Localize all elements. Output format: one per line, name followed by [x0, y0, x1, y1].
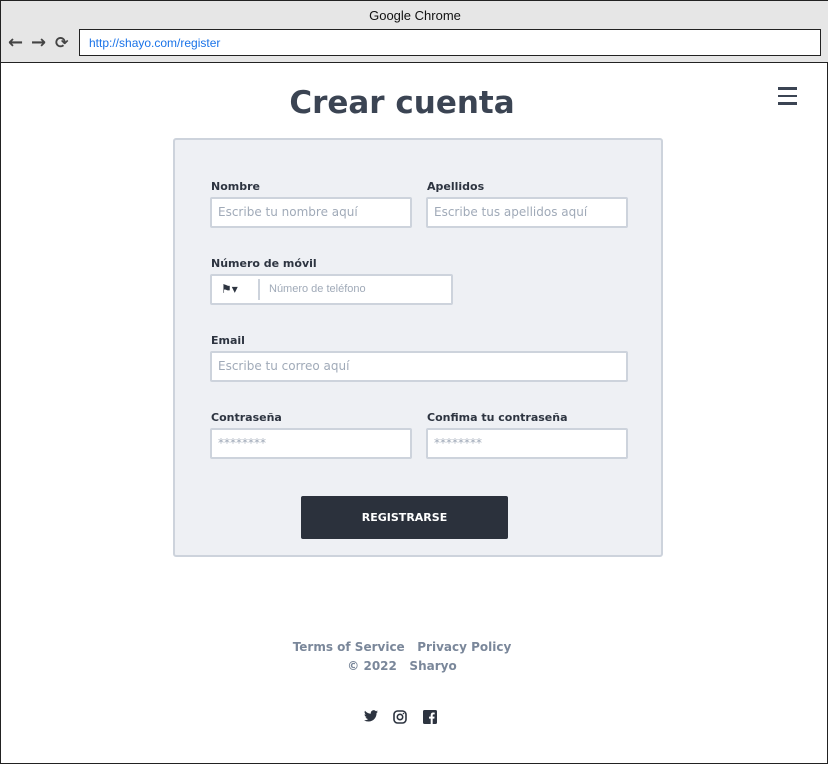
brand-name: Sharyo — [409, 659, 457, 673]
page-title: Crear cuenta — [289, 85, 515, 121]
register-button[interactable]: REGISTRARSE — [301, 496, 508, 539]
facebook-icon[interactable] — [423, 710, 437, 728]
last-name-label: Apellidos — [427, 180, 485, 193]
email-label: Email — [211, 334, 245, 347]
first-name-input[interactable]: Escribe tu nombre aquí — [210, 197, 412, 228]
divider — [258, 279, 260, 300]
password-input[interactable]: ******** — [210, 428, 412, 459]
hamburger-menu-icon[interactable] — [778, 87, 797, 110]
register-form: Nombre Escribe tu nombre aquí Apellidos … — [173, 138, 663, 557]
address-bar[interactable]: http://shayo.com/register — [79, 29, 821, 56]
footer-links: Terms of Service Privacy Policy — [1, 640, 803, 654]
reload-icon[interactable]: ⟳ — [55, 33, 68, 52]
browser-chrome: Google Chrome ← → ⟳ http://shayo.com/reg… — [1, 1, 828, 63]
phone-field: ⚑▾ Número de teléfono — [210, 274, 453, 305]
copyright: © 2022 Sharyo — [1, 659, 803, 673]
window-title: Google Chrome — [369, 8, 461, 23]
instagram-icon[interactable] — [393, 710, 407, 728]
confirm-password-input[interactable]: ******** — [426, 428, 628, 459]
country-flag-dropdown-icon[interactable]: ⚑▾ — [221, 282, 238, 296]
phone-label: Número de móvil — [211, 257, 317, 270]
twitter-icon[interactable] — [364, 710, 378, 726]
privacy-link[interactable]: Privacy Policy — [417, 640, 511, 654]
phone-input[interactable]: Número de teléfono — [269, 283, 366, 295]
password-label: Contraseña — [211, 411, 282, 424]
forward-icon[interactable]: → — [31, 32, 46, 53]
confirm-password-label: Confima tu contraseña — [427, 411, 568, 424]
terms-link[interactable]: Terms of Service — [293, 640, 405, 654]
back-icon[interactable]: ← — [8, 32, 23, 53]
copyright-year: © 2022 — [347, 659, 397, 673]
first-name-label: Nombre — [211, 180, 260, 193]
last-name-input[interactable]: Escribe tus apellidos aquí — [426, 197, 628, 228]
email-input[interactable]: Escribe tu correo aquí — [210, 351, 628, 382]
